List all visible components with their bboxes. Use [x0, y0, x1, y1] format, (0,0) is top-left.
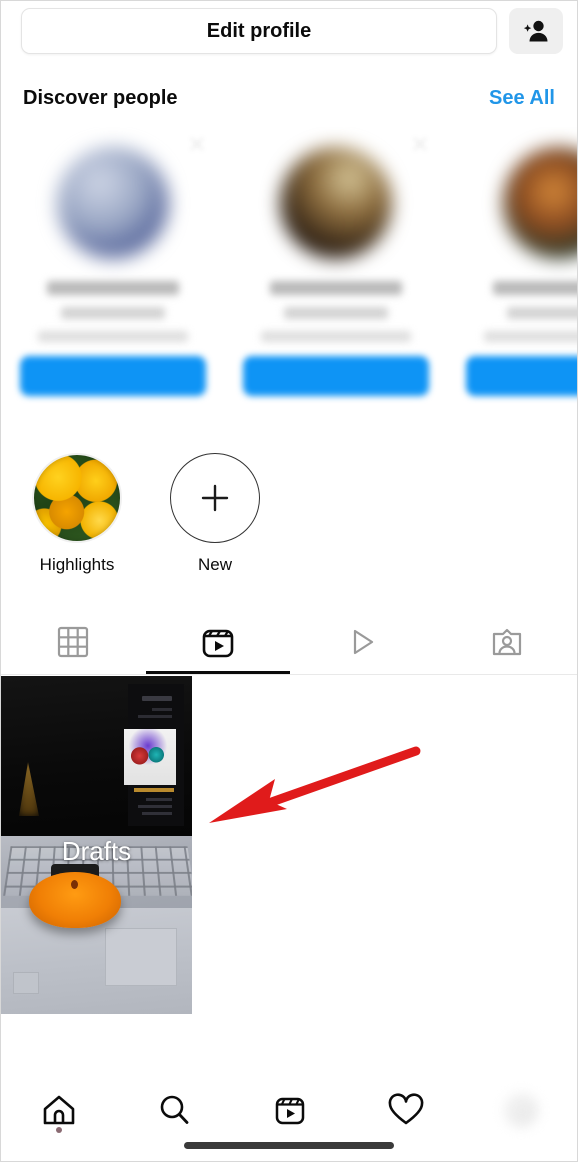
tab-videos[interactable] [290, 609, 435, 674]
edit-profile-label: Edit profile [206, 19, 312, 42]
new-highlight-button[interactable] [170, 453, 260, 543]
nav-search[interactable] [117, 1083, 233, 1137]
add-person-icon [523, 20, 548, 42]
search-icon [161, 1095, 189, 1124]
person-username [60, 307, 165, 319]
discover-person-card[interactable] [1, 127, 224, 427]
follow-button[interactable] [242, 356, 429, 396]
follow-button[interactable] [19, 356, 206, 396]
drafts-tile[interactable]: Drafts [1, 676, 192, 1014]
tab-reels[interactable] [145, 609, 291, 674]
close-icon[interactable] [411, 135, 429, 153]
profile-action-row: Edit profile [1, 1, 577, 61]
nav-reels[interactable] [232, 1083, 348, 1137]
reels-icon [275, 1097, 305, 1125]
discover-people-header: Discover people See All [1, 77, 577, 119]
tab-posts[interactable] [1, 609, 146, 674]
person-username [506, 307, 577, 319]
person-meta [260, 331, 411, 342]
person-name [269, 281, 402, 295]
discover-person-card[interactable] [447, 127, 577, 427]
follow-button[interactable] [465, 356, 577, 396]
nav-profile[interactable] [463, 1083, 577, 1137]
person-username [283, 307, 388, 319]
tab-tagged[interactable] [435, 609, 578, 674]
avatar [279, 147, 392, 259]
avatar [56, 147, 169, 259]
home-indicator [184, 1142, 394, 1149]
discover-people-title: Discover people [23, 86, 178, 109]
reels-grid: Drafts [1, 676, 577, 1014]
profile-tab-bar [1, 609, 578, 675]
draft-thumbnail-image [1, 676, 192, 1014]
edit-profile-button[interactable]: Edit profile [21, 8, 497, 54]
highlight-label: Highlights [39, 555, 115, 574]
highlight-item-new[interactable]: New [159, 453, 271, 575]
home-notification-dot [55, 1127, 62, 1133]
instagram-profile-screen: Edit profile Discover people See All Hig… [0, 0, 578, 1162]
story-highlights-row: Highlights New [1, 453, 577, 593]
nav-home[interactable] [1, 1083, 117, 1137]
heart-icon [388, 1093, 423, 1125]
nav-activity[interactable] [348, 1083, 464, 1137]
person-meta [483, 331, 577, 342]
profile-avatar [504, 1093, 539, 1127]
highlight-item-highlights[interactable]: Highlights [21, 453, 133, 575]
discover-people-carousel[interactable] [1, 127, 577, 427]
see-all-link[interactable]: See All [489, 87, 555, 110]
discover-person-card[interactable] [224, 127, 447, 427]
reels-icon [202, 629, 234, 657]
add-person-button[interactable] [509, 8, 563, 54]
new-highlight-label: New [197, 555, 232, 574]
avatar [502, 147, 577, 259]
tagged-person-icon [492, 628, 521, 655]
home-icon [43, 1095, 75, 1125]
person-meta [37, 331, 188, 342]
grid-icon [58, 626, 89, 657]
close-icon[interactable] [188, 135, 206, 153]
person-name [492, 281, 577, 295]
play-icon [354, 629, 374, 654]
plus-icon [201, 484, 229, 512]
highlight-cover-image [32, 453, 122, 543]
person-name [46, 281, 179, 295]
tab-active-indicator [145, 671, 290, 674]
